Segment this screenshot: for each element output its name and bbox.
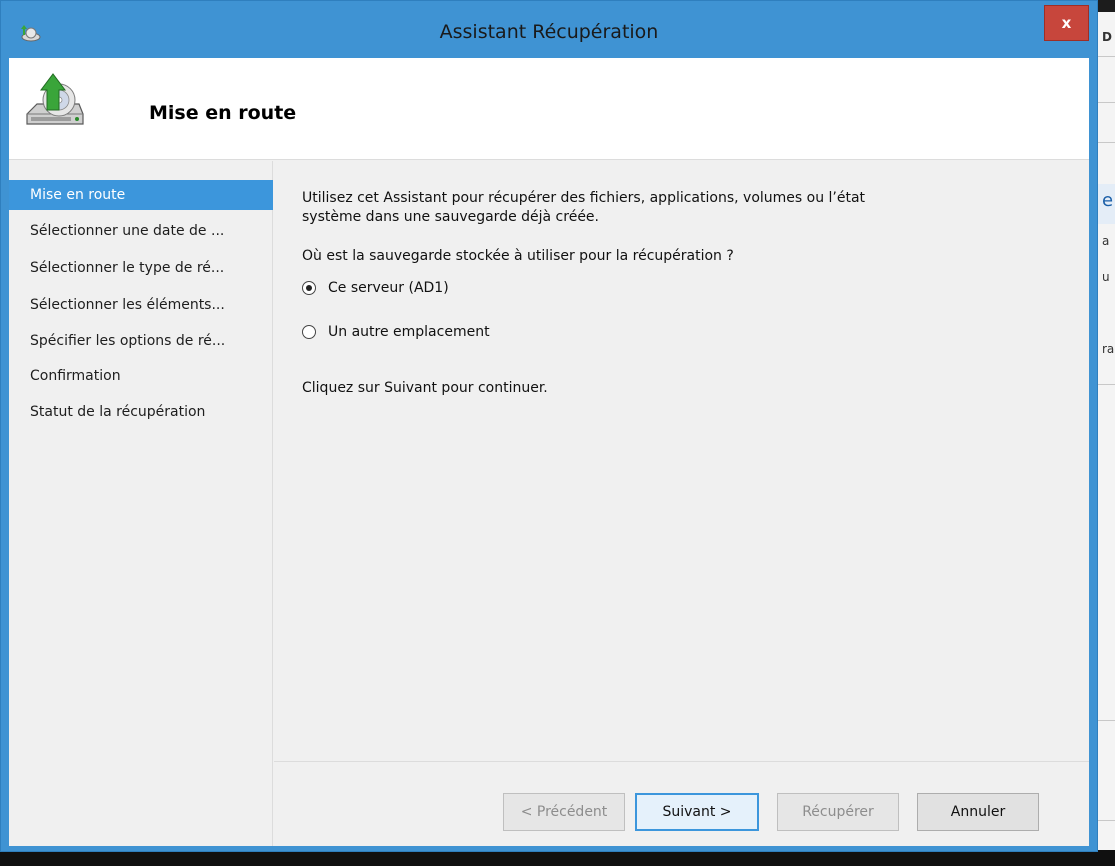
close-icon: x	[1061, 14, 1072, 32]
nav-step-confirmation[interactable]: Confirmation	[9, 361, 273, 391]
background-text-fragment: ra	[1102, 342, 1115, 356]
close-button[interactable]: x	[1044, 5, 1089, 41]
footer-divider	[274, 761, 1089, 762]
radio-button-checked[interactable]	[302, 281, 316, 295]
nav-step-select-type[interactable]: Sélectionner le type de ré...	[9, 253, 273, 283]
taskbar-edge	[0, 850, 1115, 866]
nav-step-select-items[interactable]: Sélectionner les éléments...	[9, 290, 273, 320]
wizard-steps-nav: Mise en route Sélectionner une date de .…	[9, 161, 273, 846]
title-bar[interactable]: Assistant Récupération x	[1, 1, 1097, 57]
window-title: Assistant Récupération	[439, 21, 659, 43]
background-divider	[1098, 142, 1115, 143]
backup-location-question: Où est la sauvegarde stockée à utiliser …	[302, 248, 734, 264]
intro-text: Utilisez cet Assistant pour récupérer de…	[302, 190, 866, 225]
recovery-wizard-window: Assistant Récupération x Mise en route M…	[0, 0, 1098, 852]
disk-recovery-icon	[26, 73, 84, 125]
background-text-fragment: a	[1102, 234, 1110, 248]
radio-label: Ce serveur (AD1)	[328, 280, 449, 296]
nav-step-specify-options[interactable]: Spécifier les options de ré...	[9, 326, 273, 356]
nav-step-mise-en-route[interactable]: Mise en route	[9, 180, 273, 210]
previous-button[interactable]: < Précédent	[503, 793, 625, 831]
recover-button[interactable]: Récupérer	[777, 793, 899, 831]
radio-button[interactable]	[302, 325, 316, 339]
background-divider	[1098, 102, 1115, 103]
radio-option-this-server[interactable]: Ce serveur (AD1)	[302, 277, 449, 299]
cancel-button[interactable]: Annuler	[917, 793, 1039, 831]
background-text-fragment: e	[1102, 190, 1114, 211]
radio-label: Un autre emplacement	[328, 324, 490, 340]
background-window: D e a u ra	[1098, 12, 1115, 850]
page-title: Mise en route	[149, 102, 297, 124]
background-text-fragment: u	[1102, 270, 1110, 284]
nav-step-recovery-status[interactable]: Statut de la récupération	[9, 397, 273, 427]
background-divider	[1098, 384, 1115, 385]
nav-step-select-date[interactable]: Sélectionner une date de ...	[9, 216, 273, 246]
background-divider	[1098, 820, 1115, 821]
wizard-header: Mise en route	[9, 58, 1089, 160]
background-divider	[1098, 56, 1115, 57]
next-button[interactable]: Suivant >	[635, 793, 759, 831]
wizard-client-area: Mise en route Mise en route Sélectionner…	[9, 58, 1089, 846]
background-divider	[1098, 720, 1115, 721]
continue-hint: Cliquez sur Suivant pour continuer.	[302, 380, 548, 396]
background-text-fragment: D	[1102, 30, 1112, 44]
wizard-content: Utilisez cet Assistant pour récupérer de…	[274, 161, 1089, 846]
radio-option-other-location[interactable]: Un autre emplacement	[302, 321, 490, 343]
